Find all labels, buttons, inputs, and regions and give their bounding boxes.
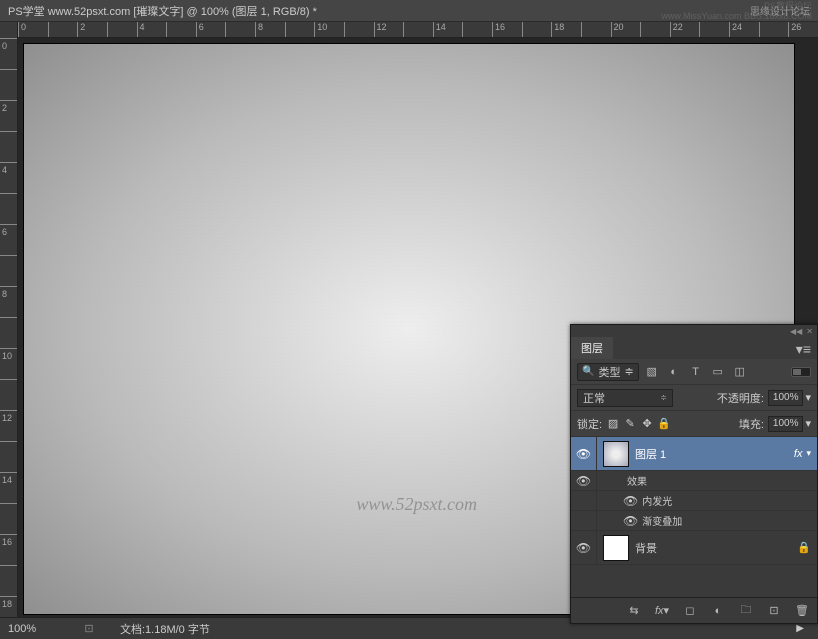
lock-buttons: ▨ ✎ ✥ 🔒 [606, 417, 671, 430]
layer-name[interactable]: 图层 1 [635, 446, 794, 462]
filter-adjustment-icon[interactable]: ◐ [665, 363, 683, 381]
effect-name: 渐变叠加 [638, 513, 811, 528]
watermark-corner: PS教程论坛 www.MissYuan.com BBS.16xx8.COM [661, 2, 812, 22]
effect-name: 内发光 [638, 493, 811, 508]
lock-label: 锁定: [577, 416, 602, 432]
layer-name[interactable]: 背景 [635, 540, 797, 556]
filter-type-dropdown[interactable]: 🔍 类型 ≑ [577, 363, 639, 381]
layer-row[interactable]: 👁 图层 1 fx ▾ [571, 437, 817, 471]
ruler-horizontal[interactable]: 02468101214161820222426 [18, 22, 818, 38]
close-icon[interactable]: ✕ [806, 327, 813, 336]
filter-pixel-icon[interactable]: ▧ [643, 363, 661, 381]
search-icon: 🔍 [582, 366, 594, 377]
chevron-down-icon: ≑ [624, 365, 633, 378]
lock-icon: 🔒 [797, 541, 811, 554]
filter-type-label: 类型 [598, 364, 620, 380]
document-info[interactable]: 文档:1.18M/0 字节 [120, 621, 210, 637]
opacity-spinner[interactable]: 100% ▾ [768, 390, 811, 406]
blend-mode-value: 正常 [583, 390, 605, 406]
status-widget-icon[interactable]: ⊡ [74, 622, 104, 635]
panel-menu-icon[interactable]: ▾≡ [790, 337, 817, 359]
lock-fill-row: 锁定: ▨ ✎ ✥ 🔒 填充: 100% ▾ [571, 411, 817, 437]
panel-tabs: 图层 ▾≡ [571, 337, 817, 359]
fill-label: 填充: [739, 416, 764, 432]
lock-pixels-icon[interactable]: ✎ [623, 417, 637, 430]
fx-badge[interactable]: fx [794, 448, 803, 460]
lock-position-icon[interactable]: ✥ [640, 417, 654, 430]
chevron-down-icon[interactable]: ▾ [805, 391, 811, 404]
status-menu-arrow[interactable]: ▶ [796, 623, 810, 634]
ruler-vertical[interactable]: 024681012141618 [0, 22, 18, 617]
filter-smart-icon[interactable]: ◫ [731, 363, 749, 381]
collapse-icon[interactable]: ◀◀ [790, 327, 802, 336]
canvas-watermark: www.52psxt.com [356, 494, 477, 515]
layer-row[interactable]: 👁 背景 🔒 [571, 531, 817, 565]
adjustment-layer-icon[interactable]: ◐ [707, 601, 729, 621]
visibility-toggle-icon[interactable]: 👁 [576, 447, 591, 461]
layers-panel-footer: ⇆ fx▾ ◻ ◐ 🗀 ⊡ 🗑 [571, 597, 817, 623]
filter-type-icon[interactable]: T [687, 363, 705, 381]
opacity-label: 不透明度: [717, 390, 764, 406]
new-layer-icon[interactable]: ⊡ [763, 601, 785, 621]
fill-spinner[interactable]: 100% ▾ [768, 416, 811, 432]
layers-panel: ◀◀ ✕ 图层 ▾≡ 🔍 类型 ≑ ▧ ◐ T ▭ ◫ 正常 ≑ 不透明度: 1… [570, 324, 818, 624]
layer-thumbnail[interactable] [603, 441, 629, 467]
effects-label: 效果 [623, 473, 811, 488]
layer-filter-row: 🔍 类型 ≑ ▧ ◐ T ▭ ◫ [571, 359, 817, 385]
new-group-icon[interactable]: 🗀 [735, 601, 757, 621]
layer-thumbnail[interactable] [603, 535, 629, 561]
document-title: PS学堂 www.52psxt.com [璀璨文字] @ 100% (图层 1,… [8, 3, 750, 19]
zoom-level[interactable]: 100% [8, 623, 68, 635]
layer-effect-item[interactable]: 👁 渐变叠加 [571, 511, 817, 531]
delete-layer-icon[interactable]: 🗑 [791, 601, 813, 621]
blend-opacity-row: 正常 ≑ 不透明度: 100% ▾ [571, 385, 817, 411]
visibility-toggle-icon[interactable]: 👁 [623, 514, 638, 528]
visibility-toggle-icon[interactable]: 👁 [576, 541, 591, 555]
layer-style-icon[interactable]: fx▾ [651, 601, 673, 621]
filter-shape-icon[interactable]: ▭ [709, 363, 727, 381]
layer-effects-header[interactable]: 👁 效果 [571, 471, 817, 491]
filter-toggle[interactable] [791, 367, 811, 377]
visibility-toggle-icon[interactable]: 👁 [576, 474, 591, 488]
chevron-down-icon: ≑ [660, 393, 667, 402]
chevron-down-icon[interactable]: ▾ [805, 417, 811, 430]
panel-top-bar: ◀◀ ✕ [571, 325, 817, 337]
chevron-down-icon[interactable]: ▾ [806, 448, 811, 459]
lock-all-icon[interactable]: 🔒 [657, 417, 671, 430]
tab-layers[interactable]: 图层 [571, 337, 613, 359]
link-layers-icon[interactable]: ⇆ [623, 601, 645, 621]
visibility-toggle-icon[interactable]: 👁 [623, 494, 638, 508]
layers-list: 👁 图层 1 fx ▾ 👁 效果 👁 内发光 👁 渐变叠加 👁 背景 [571, 437, 817, 597]
opacity-value[interactable]: 100% [768, 390, 804, 406]
layer-effect-item[interactable]: 👁 内发光 [571, 491, 817, 511]
fill-value[interactable]: 100% [768, 416, 804, 432]
blend-mode-dropdown[interactable]: 正常 ≑ [577, 389, 673, 407]
lock-transparent-icon[interactable]: ▨ [606, 417, 620, 430]
layer-mask-icon[interactable]: ◻ [679, 601, 701, 621]
